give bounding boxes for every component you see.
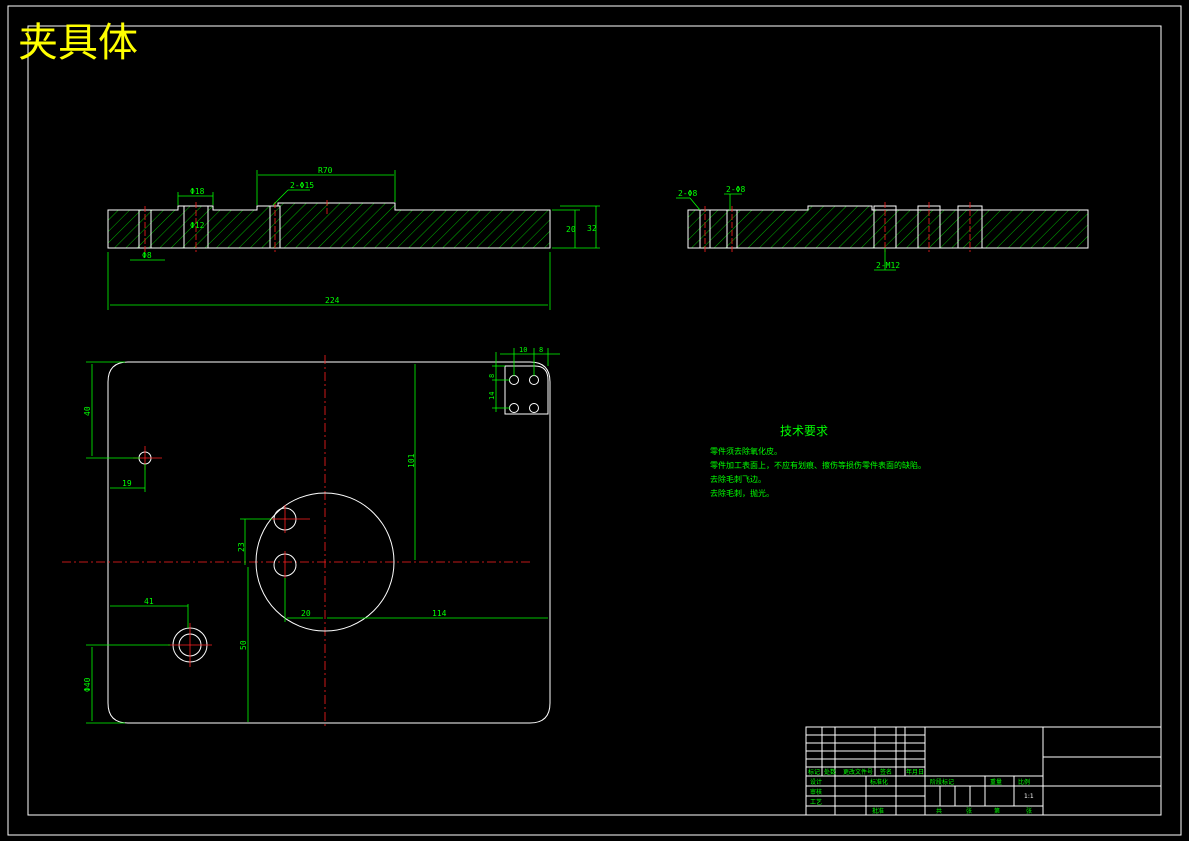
cad-drawing: 夹具体 224 R70 2-Φ15 Φ18 Φ12 Φ8 20 32 2-Φ8 … bbox=[7, 5, 1182, 836]
tb-stage-label: 阶段标记 bbox=[930, 778, 954, 786]
tech-note-4: 去除毛刺，抛光。 bbox=[710, 488, 774, 498]
dim-hole-offset-x: 19 bbox=[122, 479, 132, 488]
dim-top-left-vertical: 40 bbox=[83, 406, 92, 416]
dim-top-step: R70 bbox=[318, 166, 333, 175]
dim-right-vertical: 101 bbox=[407, 453, 416, 468]
tb-label-standard: 标准化 bbox=[870, 778, 888, 786]
tech-note-3: 去除毛刺飞边。 bbox=[710, 474, 766, 484]
dim-small-hole: Φ12 bbox=[190, 221, 205, 230]
dim-hole-callout: 2-Φ15 bbox=[290, 181, 314, 190]
dim-height-outer: 32 bbox=[587, 224, 597, 233]
tb-weight-label: 重量 bbox=[990, 778, 1002, 786]
drawing-title: 夹具体 bbox=[18, 20, 138, 66]
dim-right-horizontal: 114 bbox=[432, 609, 447, 618]
dim-circle-spacing: 23 bbox=[237, 542, 246, 552]
plan-view: 40 19 101 23 50 20 114 41 Φ40 10 8 8 14 bbox=[62, 346, 560, 728]
section-view-a: 224 R70 2-Φ15 Φ18 Φ12 Φ8 20 32 bbox=[107, 166, 600, 310]
dim-detail-d: 14 bbox=[488, 392, 496, 400]
tb-label-approve: 批准 bbox=[872, 807, 884, 815]
tb-label-date: 年月日 bbox=[906, 768, 924, 776]
tb-label-change: 更改文件号 bbox=[843, 768, 873, 776]
dim-slot-width: Φ18 bbox=[190, 187, 205, 196]
outer-border bbox=[7, 5, 1182, 836]
dim-counterbore-y: Φ40 bbox=[83, 677, 92, 692]
dim-detail-a: 10 bbox=[519, 346, 527, 354]
tb-sheet-number: 第 bbox=[994, 807, 1000, 815]
tb-label-process: 工艺 bbox=[810, 798, 822, 806]
dim-left-callout: 2-Φ8 bbox=[678, 189, 697, 198]
tb-sheet-unit-1: 张 bbox=[966, 807, 972, 815]
dim-detail-c: 8 bbox=[488, 374, 496, 378]
tb-sheet-total: 共 bbox=[936, 807, 942, 815]
dim-bottom-offset: Φ8 bbox=[142, 251, 152, 260]
title-block: 标记 处数 更改文件号 签名 年月日 设计 标准化 审核 工艺 批准 阶段标记 … bbox=[805, 726, 1162, 816]
inner-border bbox=[27, 25, 1162, 816]
tb-label-count: 处数 bbox=[824, 768, 836, 776]
tb-label-review: 审核 bbox=[810, 788, 822, 796]
dim-mid-callout: 2-Φ8 bbox=[726, 185, 745, 194]
tb-sheet-unit-2: 张 bbox=[1026, 807, 1032, 815]
dim-width-total: 224 bbox=[325, 296, 340, 305]
tech-note-2: 零件加工表面上，不应有划痕、擦伤等损伤零件表面的缺陷。 bbox=[710, 460, 926, 470]
dim-circle-offset: 20 bbox=[301, 609, 311, 618]
tb-label-sign: 签名 bbox=[880, 768, 892, 776]
tech-notes-heading: 技术要求 bbox=[780, 424, 828, 438]
tb-scale-value: 1:1 bbox=[1024, 793, 1034, 800]
dim-detail-b: 8 bbox=[539, 346, 543, 354]
dim-thread-callout: 2-M12 bbox=[876, 261, 900, 270]
tech-note-1: 零件须去除氧化皮。 bbox=[710, 446, 782, 456]
dim-counterbore-x: 41 bbox=[144, 597, 154, 606]
section-view-b: 2-Φ8 2-Φ8 2-M12 bbox=[676, 185, 1089, 271]
dim-height-inner: 20 bbox=[566, 225, 576, 234]
tb-scale-label: 比例 bbox=[1018, 778, 1030, 786]
tb-label-design: 设计 bbox=[810, 778, 822, 786]
technical-requirements: 技术要求 零件须去除氧化皮。 零件加工表面上，不应有划痕、擦伤等损伤零件表面的缺… bbox=[710, 424, 926, 498]
dim-left-vertical: 50 bbox=[239, 640, 248, 650]
tb-label-mark: 标记 bbox=[808, 768, 820, 776]
